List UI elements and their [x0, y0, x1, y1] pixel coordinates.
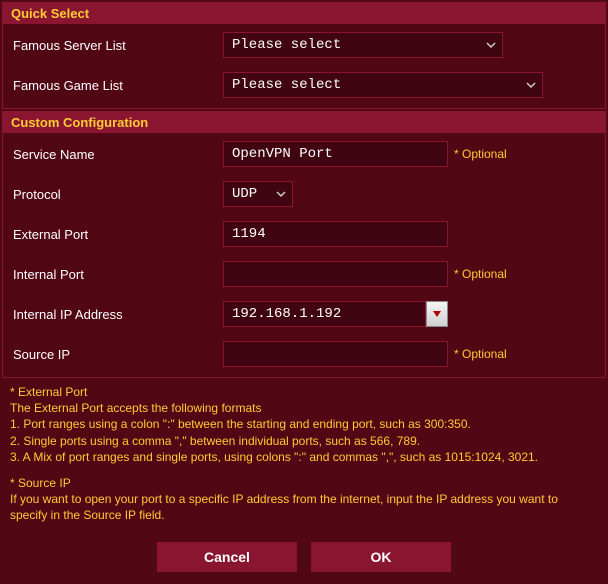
source-ip-input[interactable] [223, 341, 448, 367]
quick-select-panel: Quick Select Famous Server List Please s… [2, 2, 606, 109]
protocol-select[interactable]: UDP [223, 181, 293, 207]
ip-dropdown-button[interactable] [426, 301, 448, 327]
external-port-input[interactable] [223, 221, 448, 247]
internal-port-input[interactable] [223, 261, 448, 287]
external-port-note-line: The External Port accepts the following … [10, 400, 598, 416]
chevron-down-icon [486, 40, 496, 50]
internal-ip-label: Internal IP Address [13, 307, 223, 322]
game-list-label: Famous Game List [13, 78, 223, 93]
server-list-label: Famous Server List [13, 38, 223, 53]
server-list-select[interactable]: Please select [223, 32, 503, 58]
source-ip-note-title: * Source IP [10, 475, 598, 491]
protocol-label: Protocol [13, 187, 223, 202]
help-notes: * External Port The External Port accept… [0, 378, 608, 534]
custom-config-header: Custom Configuration [3, 112, 605, 133]
external-port-label: External Port [13, 227, 223, 242]
service-name-input[interactable] [223, 141, 448, 167]
external-port-note-title: * External Port [10, 384, 598, 400]
button-row: Cancel OK [0, 534, 608, 584]
triangle-down-icon [432, 309, 442, 319]
external-port-note-line: 1. Port ranges using a colon ":" between… [10, 416, 598, 432]
source-ip-note-body: If you want to open your port to a speci… [10, 491, 598, 523]
internal-ip-input[interactable] [223, 301, 426, 327]
protocol-value: UDP [232, 186, 257, 202]
chevron-down-icon [276, 189, 286, 199]
server-list-value: Please select [232, 37, 341, 53]
optional-label: * Optional [454, 347, 507, 361]
service-name-label: Service Name [13, 147, 223, 162]
chevron-down-icon [526, 80, 536, 90]
game-list-select[interactable]: Please select [223, 72, 543, 98]
optional-label: * Optional [454, 147, 507, 161]
ok-button[interactable]: OK [311, 542, 451, 572]
custom-config-panel: Custom Configuration Service Name * Opti… [2, 111, 606, 378]
game-list-value: Please select [232, 77, 341, 93]
optional-label: * Optional [454, 267, 507, 281]
internal-port-label: Internal Port [13, 267, 223, 282]
external-port-note-line: 3. A Mix of port ranges and single ports… [10, 449, 598, 465]
quick-select-header: Quick Select [3, 3, 605, 24]
external-port-note-line: 2. Single ports using a comma "," betwee… [10, 433, 598, 449]
cancel-button[interactable]: Cancel [157, 542, 297, 572]
source-ip-label: Source IP [13, 347, 223, 362]
